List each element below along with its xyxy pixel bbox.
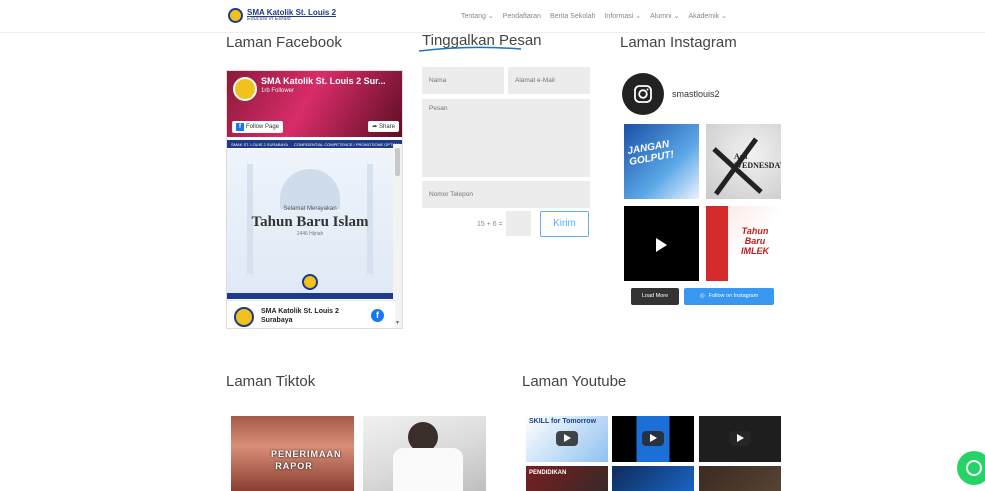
instagram-post-tile[interactable]: JANGAN GOLPUT! [624, 124, 699, 199]
tiktok-section-title: Laman Tiktok [226, 373, 316, 390]
decoration-red-stripe [706, 206, 728, 281]
nav-label: Pendaftaran [502, 12, 541, 20]
title-underline-decoration [418, 46, 522, 52]
facebook-logo-icon: f [371, 309, 384, 322]
chevron-down-icon: ⌄ [673, 13, 680, 20]
tiktok-video-tile[interactable]: PENERIMAAN RAPOR [231, 416, 354, 491]
whatsapp-chat-button[interactable] [957, 451, 985, 485]
youtube-video-tile[interactable] [612, 416, 694, 462]
nav-item-berita-sekolah[interactable]: Berita Sekolah [550, 12, 596, 20]
school-logo [228, 8, 243, 23]
brand-tagline: Educare in Ebraio [247, 15, 291, 22]
instagram-post-tile[interactable]: Tahun Baru IMLEK [706, 206, 781, 281]
chevron-down-icon: ⌄ [635, 13, 642, 20]
play-icon [656, 238, 667, 252]
site-header: SMA Katolik St. Louis 2 Educare in Ebrai… [0, 0, 985, 33]
chevron-down-icon: ⌄ [721, 13, 728, 20]
instagram-post-tile[interactable]: Ash WEDNESDAY [706, 124, 781, 199]
follow-page-label: Follow Page [246, 124, 280, 130]
youtube-video-tile[interactable] [699, 466, 781, 491]
follow-page-button[interactable]: f Follow Page [232, 121, 284, 133]
page: SMA Katolik St. Louis 2 Educare in Ebrai… [0, 0, 985, 491]
facebook-follower-count: 1rb Follower [261, 88, 295, 94]
share-button[interactable]: ➦ Share [368, 121, 399, 132]
share-icon: ➦ [372, 124, 379, 130]
share-label: Share [378, 124, 395, 130]
facebook-page-avatar [233, 77, 257, 101]
nav-item-informasi[interactable]: Informasi ⌄ [604, 12, 642, 21]
chevron-down-icon: ⌄ [487, 13, 494, 20]
youtube-play-icon [729, 431, 751, 446]
uniform-shape [393, 448, 463, 491]
facebook-page-embed: SMA Katolik St. Louis 2 Sur... 1rb Follo… [226, 70, 403, 329]
tile-caption: PENDIDIKAN [529, 470, 567, 476]
strip-text: CONFIDENTIAL COMPETENCE / PROMOTIONE OPT… [293, 141, 400, 147]
youtube-video-tile[interactable] [699, 416, 781, 462]
mosque-dome-shape [280, 169, 340, 209]
tile-caption: Ash WEDNESDAY [734, 152, 781, 170]
youtube-play-icon [642, 431, 664, 446]
nav-item-pendaftaran[interactable]: Pendaftaran [503, 12, 541, 20]
facebook-icon: f [236, 123, 244, 131]
facebook-post-author[interactable]: SMA Katolik St. Louis 2 Surabaya f [227, 300, 395, 328]
instagram-section-title: Laman Instagram [620, 34, 737, 51]
nav-item-alumni[interactable]: Alumni ⌄ [650, 12, 680, 21]
main-nav: Tentang ⌄ Pendaftaran Berita Sekolah Info… [461, 12, 728, 21]
tiktok-video-tile[interactable] [363, 416, 486, 491]
youtube-section-title: Laman Youtube [522, 373, 627, 390]
scroll-down-arrow-icon[interactable]: ▼ [395, 320, 400, 326]
captcha-input[interactable] [506, 211, 531, 236]
facebook-post-header-strip: SMAK ST. LOUIS 2 SURABAYA CONFIDENTIAL C… [227, 140, 402, 148]
post-subtitle: Selamat Merayakan [283, 206, 337, 212]
tile-caption: Tahun Baru IMLEK [741, 226, 769, 256]
phone-input[interactable] [422, 181, 590, 208]
tile-caption: JANGAN GOLPUT! [626, 138, 675, 168]
author-avatar [234, 307, 254, 327]
youtube-video-tile[interactable]: SKILL for Tomorrow [526, 416, 608, 462]
facebook-page-name[interactable]: SMA Katolik St. Louis 2 Sur... [261, 76, 386, 86]
nav-label: Alumni [650, 12, 672, 20]
post-title: Tahun Baru Islam [251, 214, 369, 230]
instagram-avatar[interactable] [622, 73, 664, 115]
follow-on-instagram-label: Follow on Instagram [708, 293, 759, 299]
message-textarea[interactable] [422, 99, 590, 177]
tile-caption: PENERIMAAN RAPOR [271, 449, 342, 471]
strip-text: SMAK ST. LOUIS 2 SURABAYA [231, 141, 288, 147]
follow-on-instagram-button[interactable]: ◎ Follow on Instagram [684, 288, 774, 305]
school-logo [302, 274, 318, 290]
nav-item-akademik[interactable]: Akademik ⌄ [688, 12, 728, 21]
nav-label: Informasi [604, 12, 634, 20]
nav-label: Tentang [461, 12, 486, 20]
nav-label: Berita Sekolah [549, 12, 596, 20]
facebook-section-title: Laman Facebook [226, 34, 342, 51]
nav-item-tentang[interactable]: Tentang ⌄ [461, 12, 494, 21]
submit-button[interactable]: Kirim [540, 211, 589, 237]
author-name[interactable]: SMA Katolik St. Louis 2 Surabaya [261, 307, 361, 325]
facebook-post-image[interactable]: Selamat Merayakan Tahun Baru Islam 1446 … [227, 149, 393, 299]
instagram-username[interactable]: smastlouis2 [672, 89, 720, 99]
brand-link[interactable]: SMA Katolik St. Louis 2 Educare in Ebrai… [228, 8, 336, 23]
email-input[interactable] [508, 67, 590, 94]
name-input[interactable] [422, 67, 504, 94]
tile-caption: SKILL for Tomorrow [529, 418, 597, 425]
scrollbar-thumb[interactable] [395, 148, 400, 176]
post-hijri-year: 1446 Hijriah [296, 231, 324, 237]
captcha-question: 15 + 6 = [477, 221, 503, 228]
instagram-small-icon: ◎ [699, 293, 705, 299]
instagram-video-tile[interactable] [624, 206, 699, 281]
youtube-video-tile[interactable]: PENDIDIKAN [526, 466, 608, 491]
nav-label: Akademik [688, 12, 720, 20]
youtube-play-icon [556, 431, 578, 446]
youtube-video-tile[interactable] [612, 466, 694, 491]
post-footer-strip [227, 293, 393, 299]
instagram-icon [634, 85, 652, 103]
load-more-button[interactable]: Load More [631, 288, 679, 305]
facebook-cover[interactable]: SMA Katolik St. Louis 2 Sur... 1rb Follo… [227, 71, 402, 137]
